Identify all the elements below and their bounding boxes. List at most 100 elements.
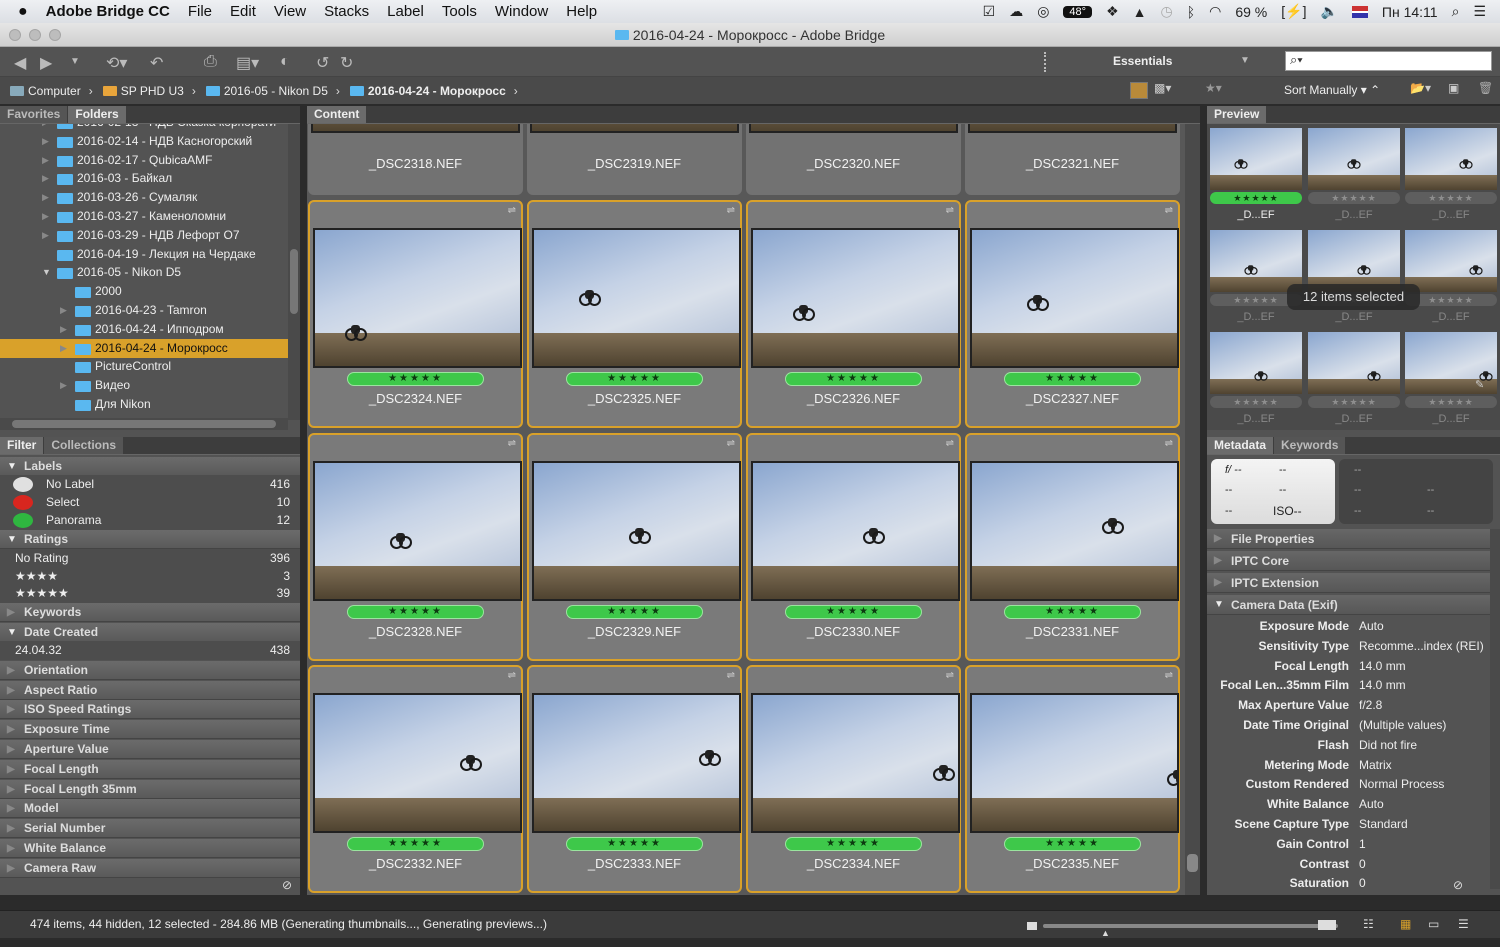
folder-item[interactable]: ▶ 2016-03-27 - Каменоломни bbox=[0, 207, 288, 226]
preview-thumbnail[interactable]: ★★★★★_D...EF bbox=[1210, 128, 1302, 221]
stack-options-icon[interactable]: ⇌ bbox=[727, 670, 735, 681]
rating-stars[interactable]: ★★★★★ bbox=[785, 605, 922, 619]
file-name[interactable]: _DSC2327.NEF bbox=[967, 391, 1178, 406]
folder-item[interactable]: ▶ 2016-04-24 - Морокросс bbox=[0, 338, 288, 358]
file-name[interactable]: _DSC2321.NEF bbox=[965, 156, 1180, 171]
rating-stars[interactable]: ★★★★★ bbox=[1004, 837, 1141, 851]
metadata-value[interactable]: 1 bbox=[1359, 834, 1366, 854]
folder-hscrollbar[interactable] bbox=[0, 418, 288, 430]
refine-icon[interactable]: ▤▾ bbox=[236, 53, 259, 73]
breadcrumb-item[interactable]: Computer › bbox=[10, 84, 93, 98]
workspace-dropdown-icon[interactable]: ▼ bbox=[1240, 55, 1250, 66]
preview-thumbnail[interactable]: ★★★★★_D...EF bbox=[1210, 230, 1302, 323]
thumbnail-image[interactable] bbox=[749, 124, 958, 133]
creative-cloud-icon[interactable]: ◎ bbox=[1037, 3, 1049, 20]
breadcrumb-item[interactable]: 2016-04-24 - Морокросс › bbox=[349, 84, 518, 98]
metadata-value[interactable]: Recomme...index (REI) bbox=[1359, 636, 1484, 656]
thumbnail-card[interactable]: ⇌ ★★★★★ _DSC2329.NEF bbox=[527, 433, 742, 661]
zoom-window-button[interactable] bbox=[49, 29, 61, 41]
disclosure-closed-icon[interactable]: ▶ bbox=[42, 169, 49, 188]
workspace-essentials[interactable]: Essentials bbox=[1113, 54, 1172, 68]
disclosure-closed-icon[interactable]: ▶ bbox=[42, 151, 49, 170]
thumbnail-image[interactable] bbox=[751, 228, 960, 368]
rating-stars[interactable]: ★★★★★ bbox=[347, 372, 484, 386]
file-name[interactable]: _DSC2324.NEF bbox=[310, 391, 521, 406]
folder-item[interactable]: ▶ 2016-04-24 - Ипподром bbox=[0, 320, 288, 339]
thumbnail-image[interactable] bbox=[311, 124, 520, 133]
bluetooth-icon[interactable]: ᛒ bbox=[1187, 4, 1195, 20]
clock[interactable]: Пн 14:11 bbox=[1382, 4, 1438, 20]
menu-label[interactable]: Label bbox=[387, 3, 424, 20]
scroll-thumb[interactable] bbox=[1187, 854, 1198, 872]
folder-item[interactable]: 2000 bbox=[0, 282, 288, 301]
filter-section-focal-length[interactable]: ▶ Focal Length bbox=[0, 759, 300, 779]
menu-edit[interactable]: Edit bbox=[230, 3, 256, 20]
filter-section-camera-raw[interactable]: ▶ Camera Raw bbox=[0, 858, 300, 878]
file-name[interactable]: _DSC2329.NEF bbox=[529, 624, 740, 639]
file-name[interactable]: _DSC2332.NEF bbox=[310, 856, 521, 871]
camera-import-icon[interactable]: ⎙ bbox=[204, 53, 217, 71]
forward-icon[interactable]: ▶ bbox=[40, 53, 52, 73]
thumbnail-image[interactable] bbox=[532, 461, 741, 601]
disclosure-closed-icon[interactable]: ▶ bbox=[7, 780, 15, 799]
stack-options-icon[interactable]: ⇌ bbox=[946, 438, 954, 449]
drive-icon[interactable]: ▲ bbox=[1133, 4, 1147, 20]
rating-filter-icon[interactable]: ★▾ bbox=[1205, 81, 1222, 95]
rotate-left-icon[interactable]: ↺ bbox=[316, 53, 329, 73]
thumbnail-quality-icon[interactable] bbox=[1130, 82, 1148, 99]
rating-stars[interactable]: ★★★★★ bbox=[1004, 605, 1141, 619]
thumbnail-image[interactable] bbox=[313, 228, 522, 368]
thumbnail-image[interactable] bbox=[970, 693, 1179, 833]
cloud-icon[interactable]: ☁ bbox=[1009, 3, 1023, 20]
thumbnail-size-slider[interactable]: ▲ bbox=[1043, 924, 1338, 938]
thumbnail-card[interactable]: ⇌ ★★★★★ _DSC2333.NEF bbox=[527, 665, 742, 893]
stack-options-icon[interactable]: ⇌ bbox=[727, 438, 735, 449]
chevron-right-icon[interactable]: › bbox=[514, 84, 518, 98]
disclosure-closed-icon[interactable]: ▶ bbox=[7, 799, 15, 818]
spotlight-icon[interactable]: ⌕ bbox=[1452, 3, 1460, 20]
thumbnail-card[interactable]: _DSC2318.NEF bbox=[308, 124, 523, 195]
metadata-value[interactable]: 14.0 mm bbox=[1359, 656, 1406, 676]
rotate-icon[interactable]: ↶ bbox=[150, 53, 163, 73]
folder-item[interactable]: PictureControl bbox=[0, 357, 288, 376]
filter-section-keywords[interactable]: ▶ Keywords bbox=[0, 603, 300, 622]
disclosure-closed-icon[interactable]: ▶ bbox=[7, 839, 15, 858]
disclosure-closed-icon[interactable]: ▶ bbox=[7, 760, 15, 779]
view-list-icon[interactable]: ☰ bbox=[1458, 911, 1469, 938]
file-name[interactable]: _DSC2319.NEF bbox=[527, 156, 742, 171]
filter-item[interactable]: No Label 416 bbox=[0, 475, 300, 494]
preview-thumbnail[interactable]: ★★★★★_D...EF bbox=[1405, 230, 1497, 323]
filter-item[interactable]: No Rating 396 bbox=[0, 549, 300, 568]
preview-thumbnail[interactable]: ★★★★★_D...EF bbox=[1405, 128, 1497, 221]
menu-window[interactable]: Window bbox=[495, 3, 548, 20]
file-name[interactable]: _DSC2335.NEF bbox=[967, 856, 1178, 871]
disclosure-open-icon[interactable]: ▼ bbox=[7, 530, 17, 549]
filter-section-model[interactable]: ▶ Model bbox=[0, 799, 300, 819]
thumbnail-card[interactable]: ⇌ ★★★★★ _DSC2326.NEF bbox=[746, 200, 961, 428]
metadata-value[interactable]: (Multiple values) bbox=[1359, 715, 1446, 735]
thumbnail-card[interactable]: ⇌ ★★★★★ _DSC2330.NEF bbox=[746, 433, 961, 661]
metadata-clear-icon[interactable]: ⊘ bbox=[1453, 878, 1463, 892]
new-folder-icon[interactable]: ▣ bbox=[1448, 81, 1459, 95]
folder-item[interactable]: ▶ 2016-02-14 - НДВ Касногорский bbox=[0, 132, 288, 151]
metadata-section-iptc-extension[interactable]: ▶ IPTC Extension bbox=[1207, 573, 1490, 593]
thumbnail-card[interactable]: ⇌ ★★★★★ _DSC2332.NEF bbox=[308, 665, 523, 893]
apple-menu-icon[interactable]: ● bbox=[18, 3, 28, 21]
menu-tools[interactable]: Tools bbox=[442, 3, 477, 20]
filter-section-ratings[interactable]: ▼ Ratings bbox=[0, 530, 300, 549]
filter-section-iso-speed-ratings[interactable]: ▶ ISO Speed Ratings bbox=[0, 700, 300, 720]
time-machine-icon[interactable]: ◷ bbox=[1160, 3, 1172, 20]
preview-quality-icon[interactable]: ▩▾ bbox=[1154, 81, 1171, 95]
scroll-thumb[interactable] bbox=[290, 249, 298, 314]
disclosure-closed-icon[interactable]: ▶ bbox=[42, 132, 49, 151]
thumbnail-image[interactable] bbox=[751, 461, 960, 601]
stack-options-icon[interactable]: ⇌ bbox=[946, 670, 954, 681]
tab-preview[interactable]: Preview bbox=[1207, 106, 1267, 123]
metadata-value[interactable]: 0 bbox=[1359, 854, 1366, 874]
metadata-scrollbar[interactable] bbox=[1490, 529, 1500, 889]
preview-thumbnail[interactable]: ★★★★★_D...EF bbox=[1210, 332, 1302, 425]
disclosure-open-icon[interactable]: ▼ bbox=[1214, 595, 1224, 615]
thumbnail-image[interactable] bbox=[968, 124, 1177, 133]
disclosure-closed-icon[interactable]: ▶ bbox=[60, 320, 67, 339]
thumbnail-image[interactable] bbox=[970, 228, 1179, 368]
